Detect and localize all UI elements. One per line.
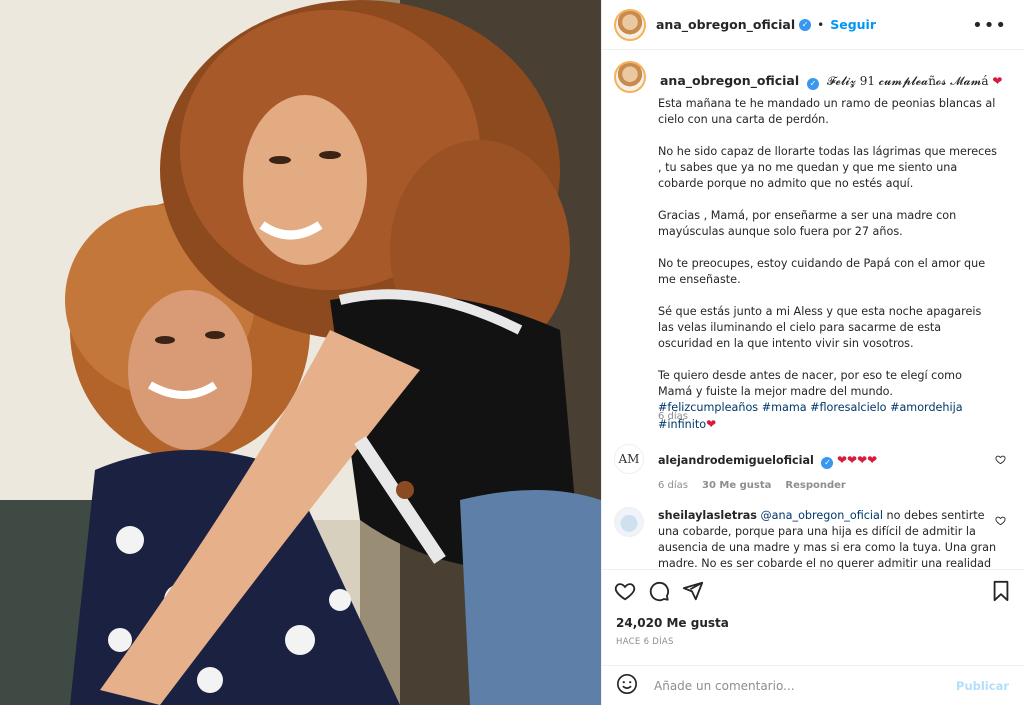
caption-paragraph: Esta mañana te he mandado un ramo de peo… <box>658 97 996 126</box>
comment-text: alejandrodemigueloficial ✓ ❤❤❤❤ <box>658 452 998 469</box>
smiley-icon[interactable] <box>616 673 638 699</box>
caption-paragraph: No he sido capaz de llorarte todas las l… <box>658 145 997 190</box>
comment-like-icon[interactable] <box>995 454 1006 468</box>
caption-body: Esta mañana te he mandado un ramo de peo… <box>658 96 998 433</box>
comment-likes[interactable]: 30 Me gusta <box>702 480 771 491</box>
likes-count[interactable]: 24,020 Me gusta <box>616 616 729 630</box>
verified-badge-icon: ✓ <box>806 78 819 90</box>
comment-avatar[interactable]: AM <box>614 444 644 474</box>
comment-avatar[interactable] <box>614 507 644 537</box>
separator-dot: • <box>817 17 825 32</box>
hashtags[interactable]: #felizcumpleaños #mama #floresalcielo #a… <box>658 401 963 431</box>
comment-meta: 6 días 30 Me gusta Responder <box>658 480 846 491</box>
comment-text: sheilaylasletras @ana_obregon_oficial no… <box>658 508 998 569</box>
heart-outline-icon[interactable] <box>614 580 636 602</box>
caption-username[interactable]: ana_obregon_oficial <box>660 73 799 88</box>
comment-username[interactable]: alejandrodemigueloficial <box>658 454 814 467</box>
avatar[interactable] <box>614 8 646 41</box>
publish-button[interactable]: Publicar <box>956 679 1009 693</box>
caption-paragraph: Sé que estás junto a mi Aless y que esta… <box>658 305 982 350</box>
caption-title: 𝓕𝓮𝓵𝓲𝔃 91 𝓬𝓾𝓶𝓹𝓵𝓮𝓪ñ𝓸𝓼 𝓜𝓪𝓶á <box>826 74 989 88</box>
comment-input[interactable] <box>654 679 944 693</box>
comment-like-icon[interactable] <box>995 515 1006 529</box>
comment: sheilaylasletras @ana_obregon_oficial no… <box>614 507 1014 569</box>
photo-illustration <box>0 0 601 705</box>
caption-avatar[interactable] <box>614 61 646 93</box>
bookmark-icon[interactable] <box>991 580 1011 602</box>
comment-body: ❤❤❤❤ <box>836 453 878 467</box>
verified-badge-icon: ✓ <box>799 18 812 31</box>
reply-button[interactable]: Responder <box>785 480 845 491</box>
caption-age: 6 días <box>658 411 689 422</box>
caption-last-paragraph: Te quiero desde antes de nacer, por eso … <box>658 369 962 398</box>
verified-badge-icon: ✓ <box>821 457 834 469</box>
heart-emoji: ❤ <box>992 74 1003 88</box>
post-header: ana_obregon_oficial ✓ • Seguir ••• <box>602 0 1024 50</box>
post-photo[interactable] <box>0 0 601 705</box>
hashtags-line: #felizcumpleaños #mama #floresalcielo #a… <box>658 400 998 433</box>
post-sidebar: ana_obregon_oficial ✓ • Seguir ••• ana_o… <box>601 0 1024 705</box>
paper-plane-icon[interactable] <box>682 580 704 602</box>
comment-mention[interactable]: @ana_obregon_oficial <box>760 509 883 522</box>
add-comment-bar: Publicar <box>602 665 1024 705</box>
follow-button[interactable]: Seguir <box>830 17 876 32</box>
caption-paragraph: No te preocupes, estoy cuidando de Papá … <box>658 257 986 286</box>
header-username[interactable]: ana_obregon_oficial <box>656 17 795 32</box>
post-timestamp: HACE 6 DÍAS <box>616 637 674 647</box>
post-actions: 24,020 Me gusta HACE 6 DÍAS Publicar <box>602 569 1024 699</box>
caption-paragraph: Gracias , Mamá, por enseñarme a ser una … <box>658 209 957 238</box>
comments-area[interactable]: ana_obregon_oficial ✓ 𝓕𝓮𝓵𝓲𝔃 91 𝓬𝓾𝓶𝓹𝓵𝓮𝓪ñ𝓸… <box>602 51 1024 569</box>
action-icons <box>614 580 704 602</box>
comment-age: 6 días <box>658 480 689 491</box>
heart-emoji: ❤ <box>706 417 717 431</box>
comment-bubble-icon[interactable] <box>648 580 670 602</box>
more-options-icon[interactable]: ••• <box>972 15 1007 36</box>
comment: AM alejandrodemigueloficial ✓ ❤❤❤❤ 6 día… <box>614 444 1014 494</box>
caption-header: ana_obregon_oficial ✓ 𝓕𝓮𝓵𝓲𝔃 91 𝓬𝓾𝓶𝓹𝓵𝓮𝓪ñ𝓸… <box>660 73 1002 90</box>
comment-username[interactable]: sheilaylasletras <box>658 509 757 522</box>
